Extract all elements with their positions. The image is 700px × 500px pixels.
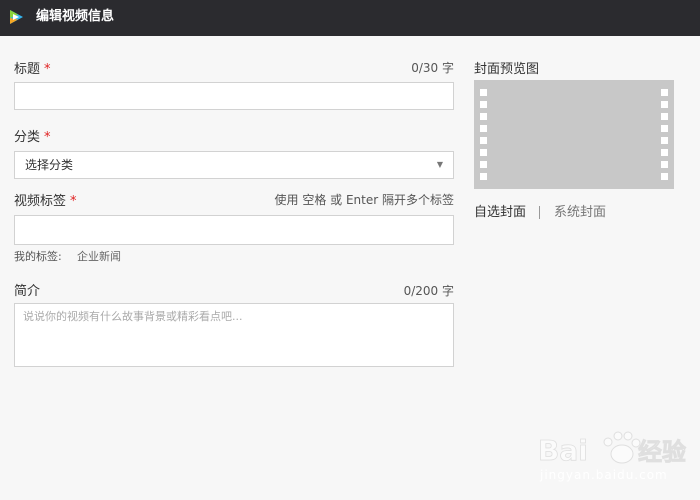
title-label: 标题 * xyxy=(14,62,51,77)
intro-label: 简介 xyxy=(14,284,41,299)
tags-hint: 使用 空格 或 Enter 隔开多个标签 xyxy=(274,193,454,207)
category-selected-value: 选择分类 xyxy=(25,158,74,172)
intro-textarea[interactable]: 说说你的视频有什么故事背景或精彩看点吧... xyxy=(14,303,454,367)
film-perforation xyxy=(661,161,668,168)
my-tags-label: 我的标签: xyxy=(14,250,62,263)
cover-preview-image xyxy=(474,80,674,189)
film-perforation xyxy=(661,137,668,144)
film-perforation xyxy=(661,125,668,132)
film-perforation xyxy=(480,173,487,180)
film-perforation xyxy=(480,125,487,132)
film-perforation xyxy=(661,173,668,180)
video-player-logo-icon xyxy=(10,10,23,24)
tags-input[interactable] xyxy=(14,215,454,245)
film-perforation xyxy=(480,137,487,144)
intro-char-counter: 0/200 字 xyxy=(403,284,454,298)
tab-separator xyxy=(539,206,540,219)
intro-placeholder: 说说你的视频有什么故事背景或精彩看点吧... xyxy=(23,310,243,323)
baidu-jingyan-watermark-logo: Bai 经验 xyxy=(538,431,686,467)
film-perforation xyxy=(480,149,487,156)
film-perforation xyxy=(480,89,487,96)
svg-text:Bai: Bai xyxy=(538,434,588,467)
svg-text:经验: 经验 xyxy=(638,438,686,466)
film-perforation xyxy=(480,161,487,168)
tags-label: 视频标签 * xyxy=(14,194,77,209)
dropdown-arrow-icon: ▼ xyxy=(436,160,443,169)
film-perforation xyxy=(480,101,487,108)
required-mark: * xyxy=(70,194,77,209)
my-tag-item[interactable]: 企业新闻 xyxy=(77,250,121,264)
required-mark: * xyxy=(44,130,51,145)
custom-cover-tab[interactable]: 自选封面 xyxy=(474,205,526,221)
title-input[interactable] xyxy=(14,82,454,110)
system-cover-tab[interactable]: 系统封面 xyxy=(554,205,606,221)
required-mark: * xyxy=(44,62,51,77)
film-perforation xyxy=(661,149,668,156)
watermark-url: jingyan.baidu.com xyxy=(540,468,668,482)
title-char-counter: 0/30 字 xyxy=(411,61,454,75)
film-perforation xyxy=(480,113,487,120)
film-perforation xyxy=(661,101,668,108)
film-perforation xyxy=(661,113,668,120)
title-bar: 编辑视频信息 xyxy=(0,0,700,36)
category-select[interactable]: 选择分类 ▼ xyxy=(14,151,454,179)
window-title: 编辑视频信息 xyxy=(36,9,115,24)
category-label: 分类 * xyxy=(14,130,51,145)
cover-preview-label: 封面预览图 xyxy=(474,62,540,77)
film-perforation xyxy=(661,89,668,96)
